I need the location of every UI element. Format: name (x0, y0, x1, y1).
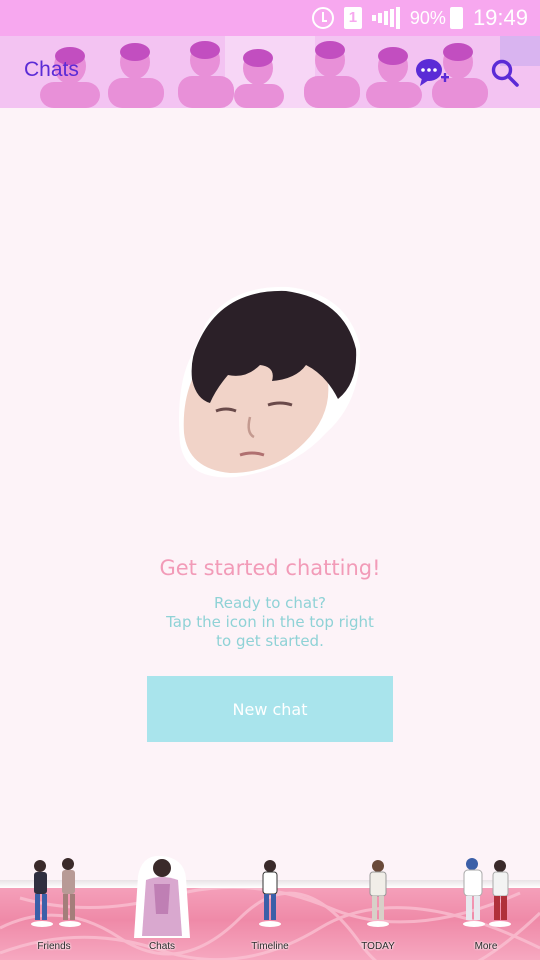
header-banner-image (0, 36, 540, 108)
subtitle-line: to get started. (216, 632, 324, 650)
friends-tab-icon (31, 858, 81, 927)
new-chat-button[interactable] (416, 58, 450, 88)
tab-label: TODAY (361, 941, 395, 952)
empty-state-title: Get started chatting! (159, 556, 381, 580)
empty-state-subtitle: Ready to chat? Tap the icon in the top r… (0, 594, 540, 651)
search-button[interactable] (490, 58, 520, 88)
chats-tab-icon (134, 855, 190, 938)
sim-slot: 1 (343, 7, 362, 29)
battery-percent: 90% (409, 7, 446, 28)
tab-label: Chats (148, 941, 176, 952)
new-chat-cta-button[interactable]: New chat (147, 676, 393, 742)
tab-label: Timeline (251, 941, 289, 952)
sim-icon: 1 (343, 7, 362, 29)
bottom-tab-bar: Friends Chats Timeline TODAY More (0, 855, 540, 960)
tab-friends[interactable]: Friends (4, 854, 104, 960)
tab-today[interactable]: TODAY (328, 854, 428, 960)
tab-more[interactable]: More (436, 854, 536, 960)
search-icon (491, 59, 519, 87)
app-header: Chats (0, 36, 540, 108)
page-title: Chats (24, 58, 79, 81)
subtitle-line: Tap the icon in the top right (166, 613, 374, 631)
more-tab-icon (463, 858, 511, 927)
battery-icon (449, 7, 463, 29)
clock: 19:49 (472, 5, 528, 30)
status-bar: 1 90% 19:49 (0, 0, 540, 36)
tab-label: More (474, 941, 498, 952)
timeline-tab-icon (259, 860, 281, 927)
tab-label: Friends (37, 941, 71, 952)
empty-state-illustration (179, 286, 361, 478)
subtitle-line: Ready to chat? (214, 594, 326, 612)
new-chat-icon (416, 59, 449, 86)
signal-icon (371, 7, 400, 29)
today-tab-icon (367, 860, 389, 927)
tab-chats[interactable]: Chats (112, 854, 212, 960)
alarm-icon (311, 7, 334, 29)
battery-indicator: 90% (410, 7, 463, 29)
tab-timeline[interactable]: Timeline (220, 854, 320, 960)
